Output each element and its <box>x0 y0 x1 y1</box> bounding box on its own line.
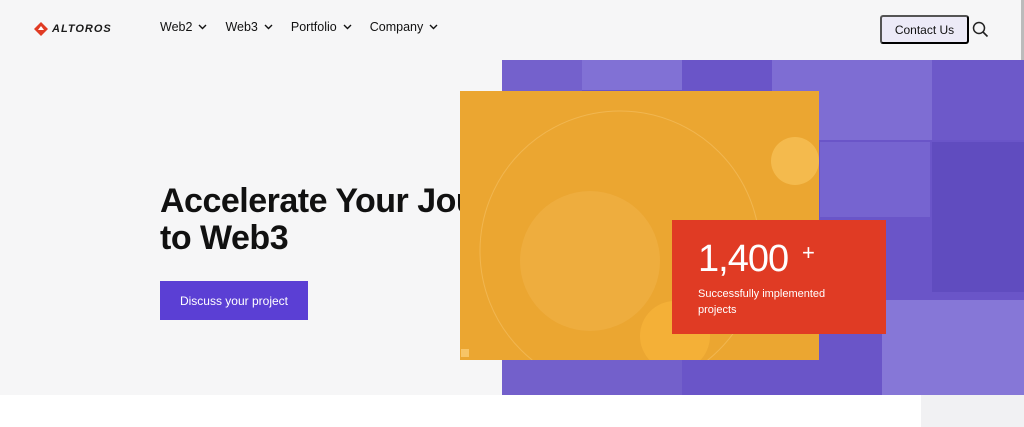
nav-label: Portfolio <box>290 20 337 34</box>
altoros-logo-icon <box>34 22 48 36</box>
stat-plus: + <box>802 240 815 265</box>
main-nav: Web2 Web3 Portfolio Company <box>160 20 456 34</box>
below-fold-side <box>921 395 1024 427</box>
search-icon[interactable] <box>972 21 989 38</box>
discuss-project-button[interactable]: Discuss your project <box>160 281 308 320</box>
photo-tile <box>932 142 1024 292</box>
stat-card: 1,400 + Successfully implemented project… <box>672 220 886 334</box>
photo-tile <box>582 60 682 90</box>
chevron-down-icon <box>429 24 438 30</box>
nav-label: Company <box>369 20 424 34</box>
chevron-down-icon <box>198 24 207 30</box>
nav-label: Web3 <box>225 20 258 34</box>
logo-text: ALTOROS <box>52 23 112 35</box>
contact-us-button[interactable]: Contact Us <box>880 15 969 44</box>
nav-item-portfolio[interactable]: Portfolio <box>291 20 352 34</box>
chevron-down-icon <box>264 24 273 30</box>
nav-label: Web2 <box>160 20 193 34</box>
nav-item-web2[interactable]: Web2 <box>160 20 207 34</box>
photo-tile <box>820 142 930 217</box>
below-fold-area <box>0 395 1024 427</box>
stat-number: 1,400 <box>698 238 789 280</box>
nav-item-company[interactable]: Company <box>370 20 439 34</box>
stat-label: Successfully implemented projects <box>698 288 826 316</box>
photo-tile <box>502 360 682 395</box>
chevron-down-icon <box>343 24 352 30</box>
photo-tile <box>882 300 1024 395</box>
page: ALTOROS Web2 Web3 Portfolio Company Cont… <box>0 0 1024 427</box>
site-header: ALTOROS Web2 Web3 Portfolio Company Cont… <box>0 0 1024 60</box>
photo-tile <box>932 60 1024 140</box>
logo[interactable]: ALTOROS <box>34 21 112 37</box>
nav-item-web3[interactable]: Web3 <box>225 20 273 34</box>
